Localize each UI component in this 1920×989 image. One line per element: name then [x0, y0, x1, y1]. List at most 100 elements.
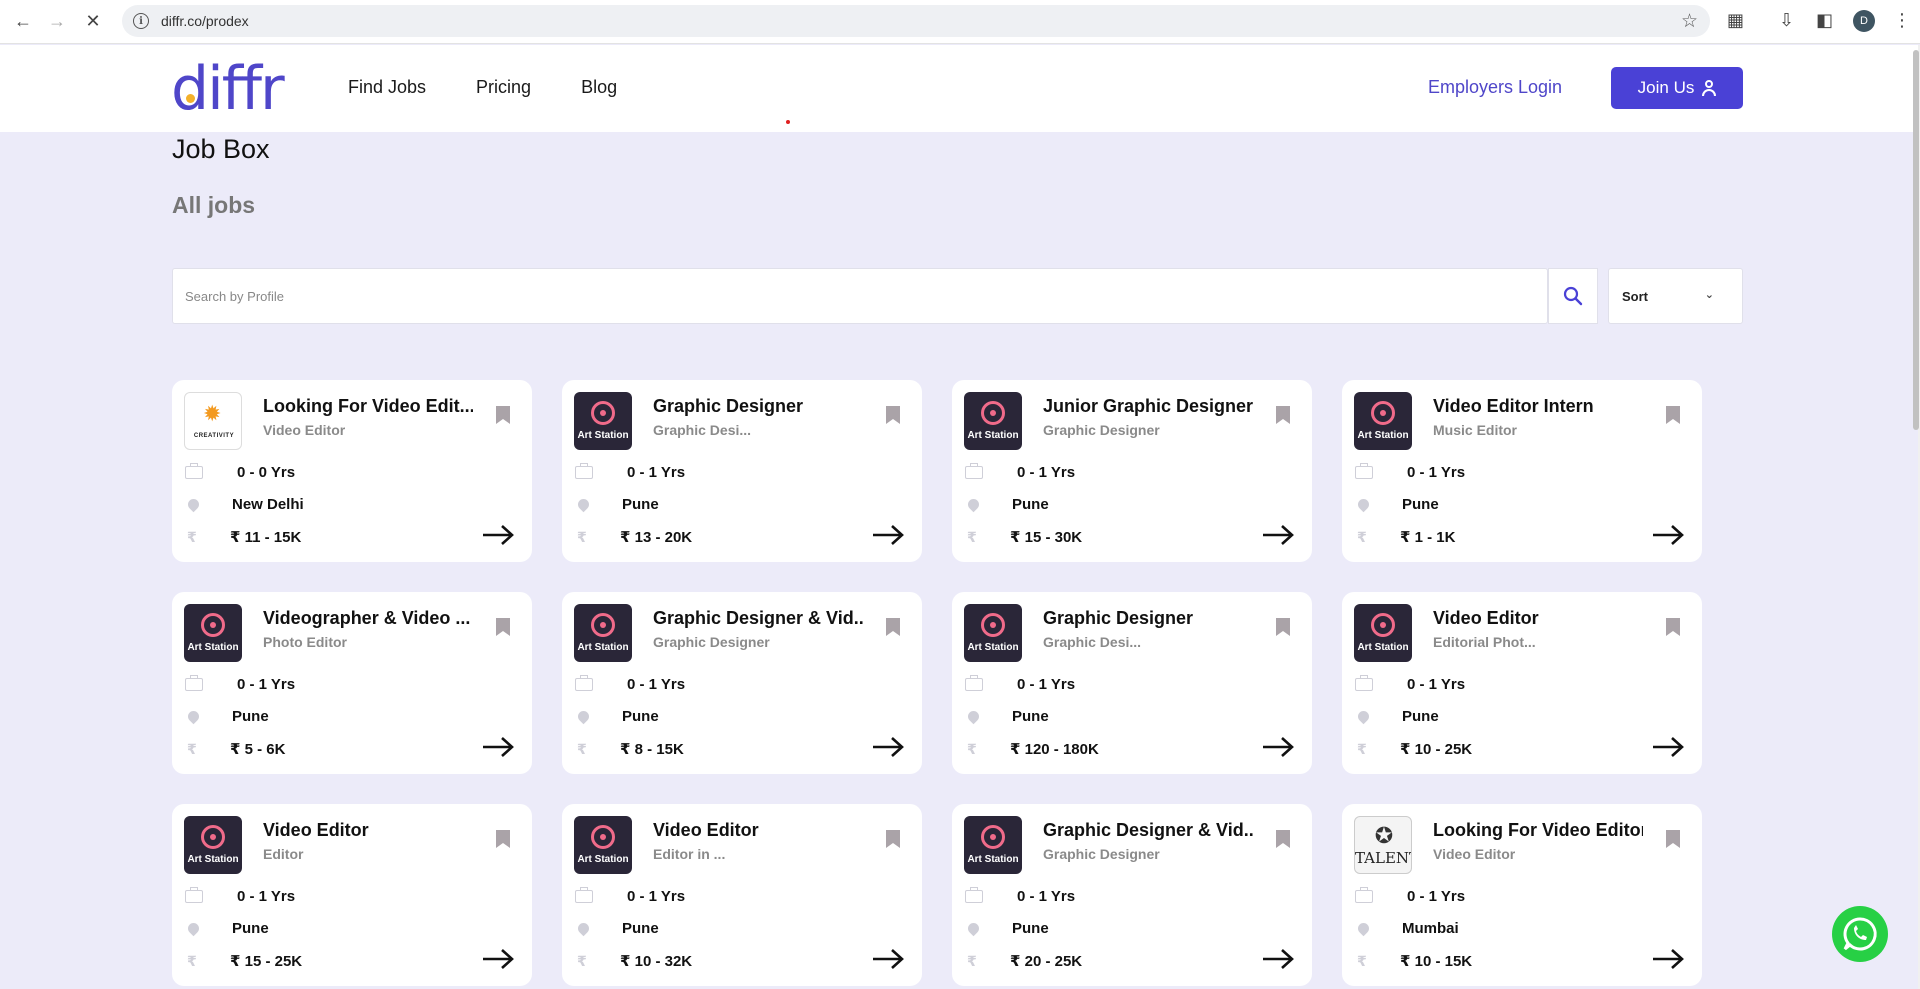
- rupee-icon: ₹: [967, 952, 977, 969]
- briefcase-icon: [575, 463, 593, 479]
- job-title[interactable]: Video Editor Intern: [1433, 396, 1643, 417]
- nav-find-jobs[interactable]: Find Jobs: [348, 77, 426, 98]
- bookmark-icon[interactable]: [496, 618, 510, 636]
- bookmark-icon[interactable]: [496, 406, 510, 424]
- company-logo: Art Station: [574, 392, 632, 450]
- download-icon[interactable]: ⇩: [1779, 10, 1794, 31]
- company-logo-text: TALENT: [1355, 849, 1411, 867]
- join-us-button[interactable]: Join Us: [1611, 67, 1743, 109]
- salary-row: ₹ ₹ 5 - 6K: [185, 740, 286, 759]
- url-text[interactable]: diffr.co/prodex: [161, 13, 249, 29]
- arrow-right-icon[interactable]: [872, 948, 904, 970]
- job-title[interactable]: Graphic Designer & Vid...: [1043, 820, 1253, 841]
- bookmark-icon[interactable]: [1666, 406, 1680, 424]
- experience-value: 0 - 1 Yrs: [237, 676, 296, 693]
- search-field: [172, 268, 1548, 324]
- site-logo[interactable]: diffr: [171, 53, 285, 125]
- bookmark-icon[interactable]: [1276, 830, 1290, 848]
- job-card[interactable]: Art Station Video Editor Editor in ... 0…: [562, 804, 922, 986]
- location-row: New Delhi: [185, 496, 304, 513]
- job-card[interactable]: ✹ CREATIVITY Looking For Video Edit... Vi…: [172, 380, 532, 562]
- job-title[interactable]: Graphic Designer: [1043, 608, 1253, 629]
- job-card[interactable]: Art Station Graphic Designer Graphic Des…: [562, 380, 922, 562]
- arrow-right-icon[interactable]: [482, 736, 514, 758]
- bookmark-star-icon[interactable]: ☆: [1681, 10, 1698, 33]
- forward-icon[interactable]: →: [37, 1, 77, 41]
- salary-row: ₹ ₹ 13 - 20K: [575, 528, 692, 547]
- salary-value: ₹ 5 - 6K: [230, 741, 286, 758]
- rupee-icon: ₹: [187, 528, 197, 545]
- job-card[interactable]: Art Station Video Editor Editor 0 - 1 Yr…: [172, 804, 532, 986]
- location-pin-icon: [965, 708, 982, 725]
- job-card[interactable]: Art Station Junior Graphic Designer Grap…: [952, 380, 1312, 562]
- bookmark-icon[interactable]: [886, 406, 900, 424]
- profile-avatar[interactable]: D: [1853, 10, 1875, 32]
- bookmark-icon[interactable]: [1276, 406, 1290, 424]
- job-title[interactable]: Video Editor: [263, 820, 473, 841]
- bookmark-icon[interactable]: [1666, 618, 1680, 636]
- location-value: Pune: [1012, 496, 1049, 513]
- salary-value: ₹ 10 - 32K: [620, 953, 693, 970]
- job-card[interactable]: Art Station Videographer & Video ... Pho…: [172, 592, 532, 774]
- job-title[interactable]: Graphic Designer: [653, 396, 863, 417]
- job-card[interactable]: Art Station Video Editor Editorial Phot.…: [1342, 592, 1702, 774]
- salary-value: ₹ 10 - 25K: [1400, 741, 1473, 758]
- job-card[interactable]: Art Station Video Editor Intern Music Ed…: [1342, 380, 1702, 562]
- job-title[interactable]: Looking For Video Edit...: [263, 396, 473, 417]
- arrow-right-icon[interactable]: [1262, 736, 1294, 758]
- stop-loading-icon[interactable]: ✕: [73, 1, 113, 41]
- chevron-down-icon: ⌄: [1704, 289, 1714, 301]
- nav-blog[interactable]: Blog: [581, 77, 617, 98]
- bookmark-icon[interactable]: [886, 830, 900, 848]
- job-card[interactable]: Art Station Graphic Designer & Vid... Gr…: [562, 592, 922, 774]
- address-bar[interactable]: i diffr.co/prodex ☆: [122, 5, 1710, 37]
- arrow-right-icon[interactable]: [482, 948, 514, 970]
- whatsapp-button[interactable]: [1832, 906, 1888, 962]
- nav-pricing[interactable]: Pricing: [476, 77, 531, 98]
- arrow-right-icon[interactable]: [1652, 524, 1684, 546]
- job-title[interactable]: Video Editor: [653, 820, 863, 841]
- job-card[interactable]: Art Station Graphic Designer & Vid... Gr…: [952, 804, 1312, 986]
- job-card[interactable]: Art Station Graphic Designer Graphic Des…: [952, 592, 1312, 774]
- arrow-right-icon[interactable]: [1262, 948, 1294, 970]
- job-title[interactable]: Video Editor: [1433, 608, 1643, 629]
- bookmark-icon[interactable]: [1276, 618, 1290, 636]
- job-card[interactable]: ✪TALENT Looking For Video Editor Video E…: [1342, 804, 1702, 986]
- search-input[interactable]: [173, 269, 1473, 323]
- bookmark-icon[interactable]: [496, 830, 510, 848]
- job-title[interactable]: Junior Graphic Designer: [1043, 396, 1253, 417]
- sort-dropdown[interactable]: Sort ⌄: [1608, 268, 1743, 324]
- location-pin-icon: [1355, 708, 1372, 725]
- location-value: Pune: [1402, 496, 1439, 513]
- site-info-icon[interactable]: i: [133, 13, 149, 29]
- job-title[interactable]: Graphic Designer & Vid...: [653, 608, 863, 629]
- search-button[interactable]: [1548, 268, 1598, 324]
- menu-kebab-icon[interactable]: ⋮: [1893, 10, 1911, 31]
- job-category: Graphic Designer: [1043, 422, 1160, 438]
- job-title[interactable]: Looking For Video Editor: [1433, 820, 1643, 841]
- job-category: Graphic Designer: [653, 634, 770, 650]
- bookmark-icon[interactable]: [1666, 830, 1680, 848]
- location-row: Pune: [575, 496, 659, 513]
- location-pin-icon: [575, 920, 592, 937]
- film-reel-icon: [201, 613, 225, 637]
- company-logo: Art Station: [574, 816, 632, 874]
- scrollbar-thumb[interactable]: [1913, 50, 1919, 430]
- side-panel-icon[interactable]: ◧: [1816, 10, 1833, 31]
- bookmark-icon[interactable]: [886, 618, 900, 636]
- company-logo-text: Art Station: [577, 854, 629, 865]
- job-category: Video Editor: [1433, 846, 1516, 862]
- salary-value: ₹ 10 - 15K: [1400, 953, 1473, 970]
- job-category: Graphic Designer: [1043, 846, 1160, 862]
- arrow-right-icon[interactable]: [1652, 736, 1684, 758]
- arrow-right-icon[interactable]: [1262, 524, 1294, 546]
- arrow-right-icon[interactable]: [872, 736, 904, 758]
- search-icon: [1563, 286, 1583, 306]
- salary-value: ₹ 120 - 180K: [1010, 741, 1099, 758]
- job-title[interactable]: Videographer & Video ...: [263, 608, 473, 629]
- arrow-right-icon[interactable]: [872, 524, 904, 546]
- employers-login-link[interactable]: Employers Login: [1428, 77, 1562, 98]
- arrow-right-icon[interactable]: [1652, 948, 1684, 970]
- extensions-icon[interactable]: ▦: [1727, 10, 1744, 31]
- arrow-right-icon[interactable]: [482, 524, 514, 546]
